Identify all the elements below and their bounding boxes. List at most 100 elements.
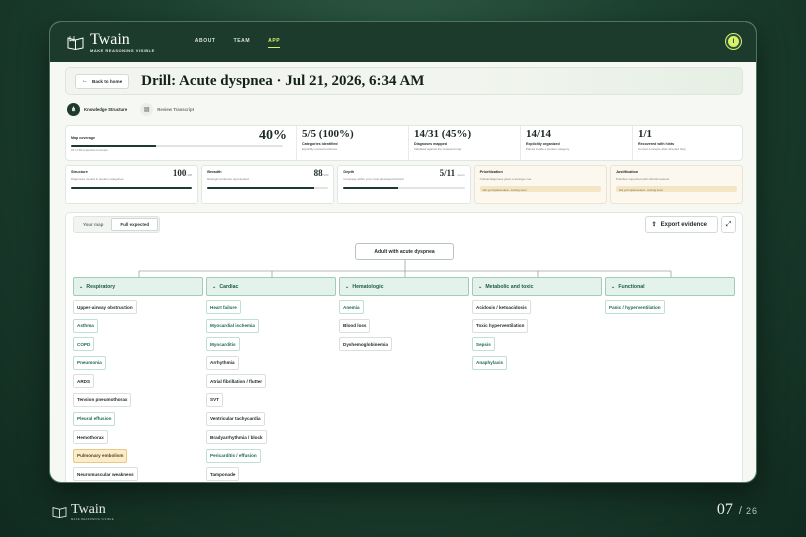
card-prioritization: Prioritization Critical diagnoses given … — [473, 165, 607, 204]
tab-review-transcript[interactable]: ▤ Review Transcript — [140, 103, 194, 116]
diagnosis-node[interactable]: ARDS — [73, 374, 95, 389]
stat-value: 14/14 — [526, 128, 552, 140]
card-desc: Etiologic territories represented — [207, 177, 249, 181]
stat-organized: 14/14 Explicitly organized Placed inside… — [520, 126, 632, 160]
diagnosis-node[interactable]: Myocarditis — [206, 337, 240, 352]
diagnosis-node[interactable]: Hemothorax — [73, 430, 108, 445]
export-icon: ⇪ — [651, 222, 657, 228]
brand-logo[interactable]: Twain MAKE REASONING VISIBLE — [67, 30, 155, 53]
stat-value: 1/1 — [638, 128, 653, 140]
back-label: Back to home — [92, 78, 123, 84]
category-header[interactable]: ⌄ Hematologic — [339, 277, 469, 296]
avatar[interactable]: I — [726, 34, 741, 49]
progress-fill — [207, 187, 314, 189]
stat-sub: Placed inside a spoken category — [526, 147, 570, 151]
main-nav: ABOUT TEAM APP — [177, 36, 281, 48]
diagnosis-node[interactable]: Myocardial ischemia — [206, 318, 259, 333]
score-cards: Structure Diagnoses nested in spoken cat… — [65, 165, 744, 204]
card-note: Not yet implemented - coming soon — [479, 186, 601, 192]
view-tabs: ⋔ Knowledge Structure ▤ Review Transcript — [67, 103, 207, 116]
diagnosis-node[interactable]: Asthma — [73, 318, 98, 333]
toggle-your-map[interactable]: Your map — [75, 218, 111, 231]
diagnosis-node[interactable]: Panic / hyperventilation — [605, 300, 665, 314]
footer-brand-tagline: MAKE REASONING VISIBLE — [71, 518, 114, 521]
diagnosis-node[interactable]: Toxic hyperventilation — [472, 318, 529, 333]
category-header[interactable]: ⌄ Functional — [605, 277, 735, 296]
diagnosis-node[interactable]: Acidosis / ketoacidosis — [472, 300, 531, 314]
card-breadth: Breadth Etiologic territories represente… — [201, 165, 335, 204]
back-button[interactable]: ← Back to home — [75, 73, 130, 89]
diagnosis-node[interactable]: Tension pneumothorax — [73, 392, 132, 407]
diagnosis-node[interactable]: Heart failure — [206, 300, 241, 314]
diagnosis-node[interactable]: Anemia — [339, 300, 364, 314]
brand-name: Twain — [90, 30, 130, 48]
diagnosis-node[interactable]: Anaphylaxis — [472, 355, 508, 370]
app-window: Twain MAKE REASONING VISIBLE ABOUT TEAM … — [49, 21, 757, 483]
progress-fill — [71, 145, 156, 147]
diagnosis-node[interactable]: Arrhythmia — [206, 355, 239, 370]
card-title: Justification — [615, 170, 639, 174]
category-header[interactable]: ⌄ Cardiac — [206, 277, 336, 296]
diagnosis-node[interactable]: Pericarditis / effusion — [206, 448, 261, 463]
diagnosis-list: Upper-airway obstruction Asthma COPD Pneumo… — [73, 300, 203, 482]
stats-panel: Map coverage 23 of 48 expected concepts … — [65, 125, 743, 161]
brand-tagline: MAKE REASONING VISIBLE — [90, 47, 155, 53]
card-note: Not yet implemented - coming soon — [615, 186, 738, 192]
export-evidence-button[interactable]: ⇪ Export evidence — [644, 216, 718, 233]
coverage-percent: 40% — [259, 128, 287, 143]
card-desc: Priorities supported with clinical reaso… — [615, 177, 670, 181]
diagnosis-node[interactable]: Pleural effusion — [73, 411, 116, 426]
card-score: 100 — [172, 168, 187, 178]
map-view-toggle: Your map Full expected — [73, 216, 161, 233]
diagnosis-node[interactable]: Neuromuscular weakness — [73, 467, 138, 482]
nav-team[interactable]: TEAM — [234, 36, 251, 48]
diagnosis-node[interactable]: Upper-airway obstruction — [73, 300, 137, 314]
category-column: ⌄ Respiratory Upper-airway obstruction Asth… — [73, 277, 203, 482]
stat-categories: 5/5 (100%) Categories identified Explici… — [296, 126, 408, 160]
diagnosis-node[interactable]: Pneumonia — [73, 355, 106, 370]
tab-label: Review Transcript — [157, 107, 194, 112]
chevron-down-icon: ⌄ — [212, 283, 217, 290]
diagnosis-node[interactable]: Ventricular tachycardia — [206, 411, 265, 426]
diagnosis-node[interactable]: Sepsis — [472, 337, 495, 352]
nav-app[interactable]: APP — [268, 36, 281, 48]
map-coverage-stat: Map coverage 23 of 48 expected concepts … — [66, 126, 296, 160]
card-bar — [343, 187, 465, 189]
diagnosis-node[interactable]: COPD — [73, 337, 95, 352]
coverage-sub: 23 of 48 expected concepts — [71, 148, 108, 152]
card-unit: /100 — [322, 173, 329, 177]
diagnosis-node[interactable]: Atrial fibrillation / flutter — [206, 374, 267, 389]
book-logo-icon — [52, 507, 67, 518]
card-unit: /100 — [186, 173, 193, 177]
stat-sub: Validated against the reviewed map — [414, 147, 462, 151]
diagnosis-node[interactable]: Blood loss — [339, 318, 371, 333]
stat-sub: Correct concepts after directed help — [638, 147, 686, 151]
nav-about[interactable]: ABOUT — [195, 36, 216, 48]
diagnosis-node[interactable]: SVT — [206, 392, 223, 407]
stat-label: Categories identified — [302, 142, 338, 146]
category-column: ⌄ Metabolic and toxic Acidosis / ketoacido… — [472, 277, 602, 374]
slide-separator: / — [738, 505, 742, 517]
export-label: Export evidence — [660, 221, 707, 228]
fullscreen-icon[interactable]: ⤢ — [721, 216, 736, 233]
knowledge-map: Your map Full expected ⇪ Export evidence … — [65, 212, 743, 482]
chevron-down-icon: ⌄ — [611, 283, 616, 290]
card-title: Prioritization — [479, 170, 503, 174]
page-title: Drill: Acute dyspnea · Jul 21, 2026, 6:3… — [141, 72, 425, 89]
tab-knowledge-structure[interactable]: ⋔ Knowledge Structure — [67, 103, 127, 116]
root-node[interactable]: Adult with acute dyspnea — [355, 243, 454, 260]
category-header[interactable]: ⌄ Respiratory — [73, 277, 203, 296]
diagnosis-node[interactable]: Dyshemoglobinemia — [339, 337, 392, 352]
top-nav-bar: Twain MAKE REASONING VISIBLE ABOUT TEAM … — [50, 22, 756, 62]
category-header[interactable]: ⌄ Metabolic and toxic — [472, 277, 602, 296]
diagnosis-node[interactable]: Bradyarrhythmia / block — [206, 430, 267, 445]
diagnosis-node[interactable]: Pulmonary embolism — [73, 448, 128, 463]
slide-current: 07 — [716, 501, 733, 518]
stat-hints: 1/1 Recovered with hints Correct concept… — [632, 126, 742, 160]
category-column: ⌄ Cardiac Heart failure Myocardial ischemia… — [206, 277, 336, 482]
card-score: 5/11 — [439, 168, 456, 178]
toggle-full-expected[interactable]: Full expected — [111, 218, 159, 231]
card-desc: Critical diagnoses given a stronger cue — [479, 177, 532, 181]
diagnosis-node[interactable]: Tamponade — [206, 467, 240, 482]
stat-label: Explicitly organized — [526, 142, 560, 146]
